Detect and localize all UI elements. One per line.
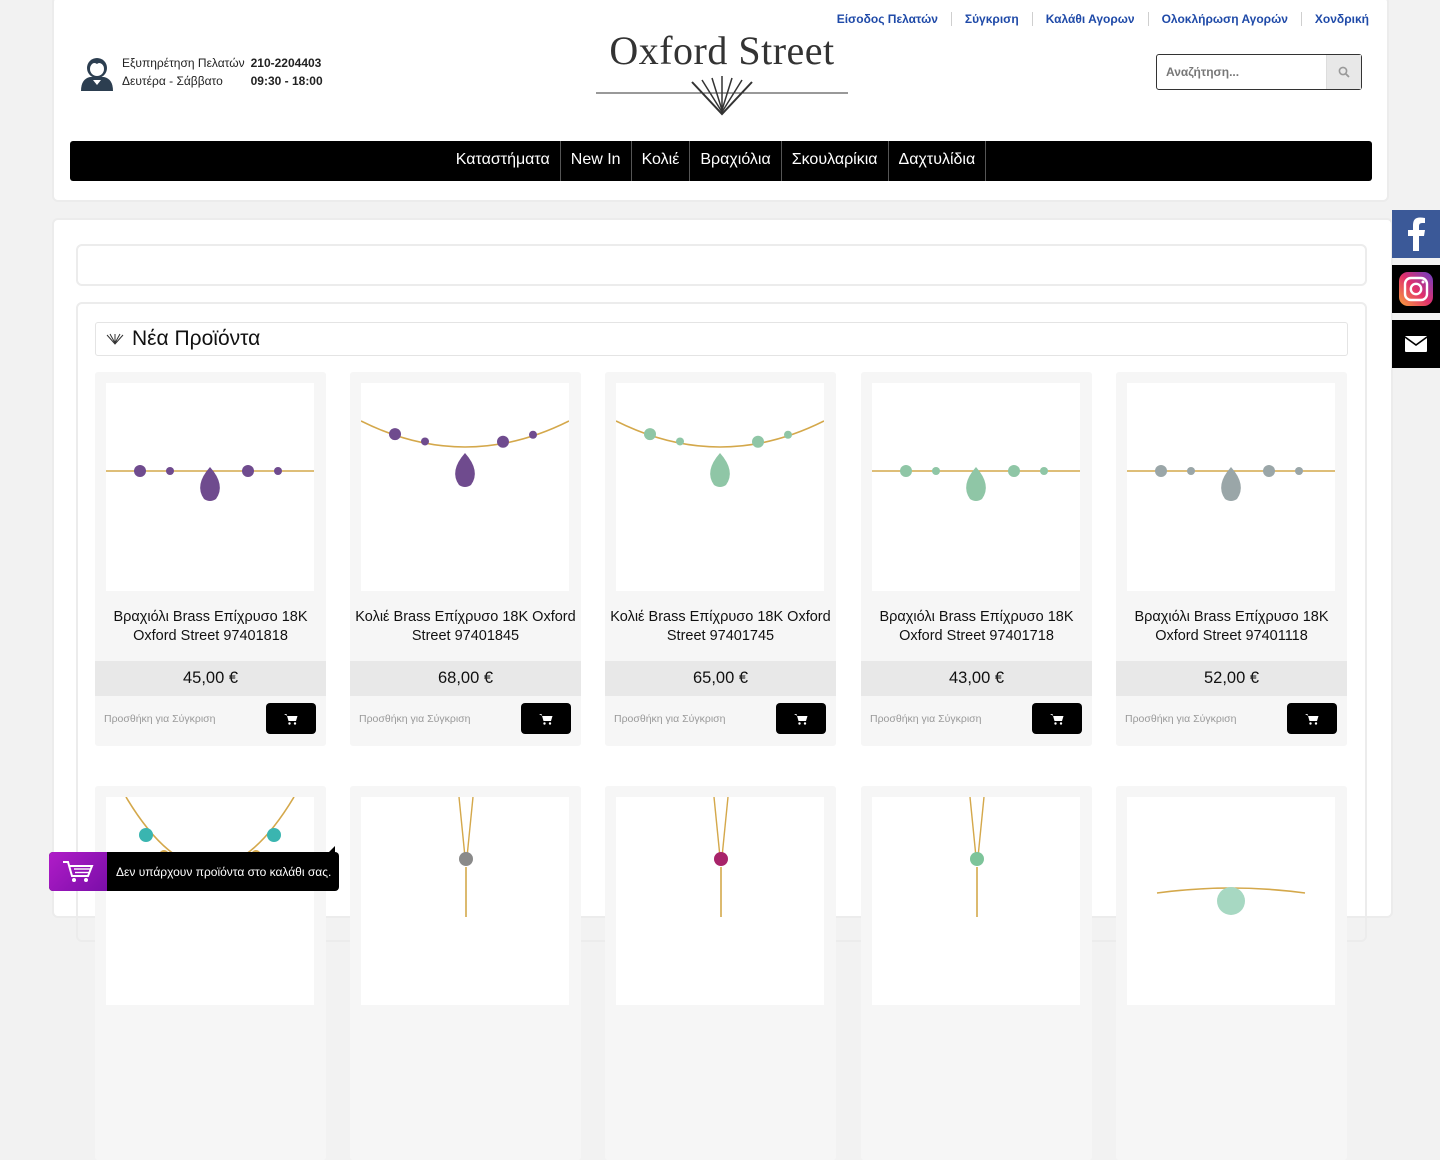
add-to-compare-link[interactable]: Προσθήκη για Σύγκριση <box>614 713 726 725</box>
product-image <box>872 465 1080 501</box>
checkout-link[interactable]: Ολοκλήρωση Αγορών <box>1147 12 1301 26</box>
add-to-compare-link[interactable]: Προσθήκη για Σύγκριση <box>1125 713 1237 725</box>
product-image <box>1156 887 1306 915</box>
support-days: Δευτέρα - Σάββατο <box>122 74 223 88</box>
main-nav: Καταστήματα New In Κολιέ Βραχιόλια Σκουλ… <box>70 141 1372 181</box>
support-label: Εξυπηρέτηση Πελατών <box>122 56 245 70</box>
email-button[interactable] <box>1392 320 1440 368</box>
product-image-frame[interactable] <box>616 796 824 1005</box>
instagram-button[interactable] <box>1392 265 1440 313</box>
main-content: Νέα Προϊόντα Βραχιόλι Brass Επίχρυσο 18K… <box>52 218 1393 1160</box>
top-links: Είσοδος Πελατών Σύγκριση Καλάθι Αγορων Ο… <box>824 12 1369 26</box>
product-card[interactable]: Βραχιόλι Brass Επίχρυσο 18K Oxford Stree… <box>861 372 1092 746</box>
mini-cart-icon-box <box>49 852 107 891</box>
product-image-frame[interactable] <box>360 383 570 591</box>
product-card[interactable] <box>605 786 836 1160</box>
product-price: 45,00 € <box>95 661 326 696</box>
shopping-cart-icon <box>63 860 94 882</box>
add-to-compare-link[interactable]: Προσθήκη για Σύγκριση <box>359 713 471 725</box>
support-hours: 09:30 - 18:00 <box>250 74 323 88</box>
product-image <box>458 796 474 917</box>
product-card[interactable] <box>350 786 581 1160</box>
product-image-frame[interactable] <box>1127 383 1335 591</box>
nav-rings[interactable]: Δαχτυλίδια <box>889 141 987 181</box>
product-image <box>713 796 729 917</box>
add-to-compare-link[interactable]: Προσθήκη για Σύγκριση <box>104 713 216 725</box>
add-to-cart-button[interactable] <box>1032 703 1082 734</box>
site-logo[interactable]: Oxford Street <box>594 28 850 128</box>
new-products-section: Νέα Προϊόντα Βραχιόλι Brass Επίχρυσο 18K… <box>76 302 1367 1160</box>
product-image-frame[interactable] <box>872 383 1080 591</box>
login-link[interactable]: Είσοδος Πελατών <box>824 12 951 26</box>
customer-support-icon <box>81 58 113 91</box>
section-title: Νέα Προϊόντα <box>132 327 261 350</box>
product-card[interactable]: Κολιέ Brass Επίχρυσο 18K Oxford Street 9… <box>605 372 836 746</box>
empty-panel <box>76 244 1367 286</box>
product-card[interactable] <box>1116 786 1347 1160</box>
search-button[interactable] <box>1326 55 1361 89</box>
product-image <box>615 420 825 487</box>
product-card[interactable] <box>95 786 326 1160</box>
mini-cart-corner <box>325 846 335 856</box>
cart-icon <box>794 713 808 725</box>
product-image-frame[interactable] <box>1127 797 1335 1005</box>
product-price: 52,00 € <box>1116 661 1347 696</box>
cart-icon <box>284 713 298 725</box>
add-to-compare-link[interactable]: Προσθήκη για Σύγκριση <box>870 713 982 725</box>
search-box <box>1156 54 1362 90</box>
product-image <box>1127 465 1335 501</box>
diamond-icon <box>106 333 124 345</box>
site-header: Είσοδος Πελατών Σύγκριση Καλάθι Αγορων Ο… <box>52 0 1389 202</box>
instagram-icon <box>1399 272 1433 306</box>
product-card[interactable]: Βραχιόλι Brass Επίχρυσο 18K Oxford Stree… <box>1116 372 1347 746</box>
add-to-cart-button[interactable] <box>521 703 571 734</box>
product-image-frame[interactable] <box>361 796 569 1005</box>
product-image <box>106 465 314 501</box>
product-title[interactable]: Βραχιόλι Brass Επίχρυσο 18K Oxford Stree… <box>95 608 326 646</box>
product-card[interactable]: Βραχιόλι Brass Επίχρυσο 18K Oxford Stree… <box>95 372 326 746</box>
cart-icon <box>539 713 553 725</box>
product-price: 43,00 € <box>861 661 1092 696</box>
product-image <box>969 796 985 917</box>
add-to-cart-button[interactable] <box>776 703 826 734</box>
product-image-frame[interactable] <box>872 796 1080 1005</box>
product-image-frame[interactable] <box>106 796 314 1005</box>
product-title[interactable]: Κολιέ Brass Επίχρυσο 18K Oxford Street 9… <box>605 608 836 646</box>
product-image-frame[interactable] <box>615 383 825 591</box>
customer-support: Εξυπηρέτηση Πελατών 210-2204403 Δευτέρα -… <box>80 52 325 92</box>
facebook-button[interactable] <box>1392 210 1440 258</box>
nav-earrings[interactable]: Σκουλαρίκια <box>782 141 889 181</box>
compare-link[interactable]: Σύγκριση <box>950 12 1032 26</box>
nav-stores[interactable]: Καταστήματα <box>456 141 561 181</box>
section-header: Νέα Προϊόντα <box>95 322 1348 356</box>
search-input[interactable] <box>1157 55 1326 89</box>
cart-icon <box>1305 713 1319 725</box>
cart-icon <box>1050 713 1064 725</box>
product-card[interactable]: Κολιέ Brass Επίχρυσο 18K Oxford Street 9… <box>350 372 581 746</box>
nav-new-in[interactable]: New In <box>561 141 632 181</box>
diamond-logo-icon <box>596 76 848 116</box>
product-title[interactable]: Βραχιόλι Brass Επίχρυσο 18K Oxford Stree… <box>861 608 1092 646</box>
product-card[interactable] <box>861 786 1092 1160</box>
search-icon <box>1338 66 1350 78</box>
product-title[interactable]: Βραχιόλι Brass Επίχρυσο 18K Oxford Stree… <box>1116 608 1347 646</box>
product-image <box>360 420 570 487</box>
facebook-icon <box>1408 217 1425 251</box>
email-icon <box>1405 336 1427 352</box>
nav-bracelets[interactable]: Βραχιόλια <box>690 141 782 181</box>
logo-text: Oxford Street <box>609 28 835 73</box>
mini-cart-text: Δεν υπάρχουν προϊόντα στο καλάθι σας. <box>116 864 332 879</box>
add-to-cart-button[interactable] <box>1287 703 1337 734</box>
cart-link[interactable]: Καλάθι Αγορων <box>1031 12 1148 26</box>
product-title[interactable]: Κολιέ Brass Επίχρυσο 18K Oxford Street 9… <box>350 608 581 646</box>
nav-necklaces[interactable]: Κολιέ <box>632 141 691 181</box>
support-phone: 210-2204403 <box>250 56 322 70</box>
product-price: 65,00 € <box>605 661 836 696</box>
mini-cart-notice[interactable]: Δεν υπάρχουν προϊόντα στο καλάθι σας. <box>49 846 339 891</box>
product-image-frame[interactable] <box>106 383 314 591</box>
add-to-cart-button[interactable] <box>266 703 316 734</box>
product-price: 68,00 € <box>350 661 581 696</box>
wholesale-link[interactable]: Χονδρική <box>1300 12 1369 26</box>
